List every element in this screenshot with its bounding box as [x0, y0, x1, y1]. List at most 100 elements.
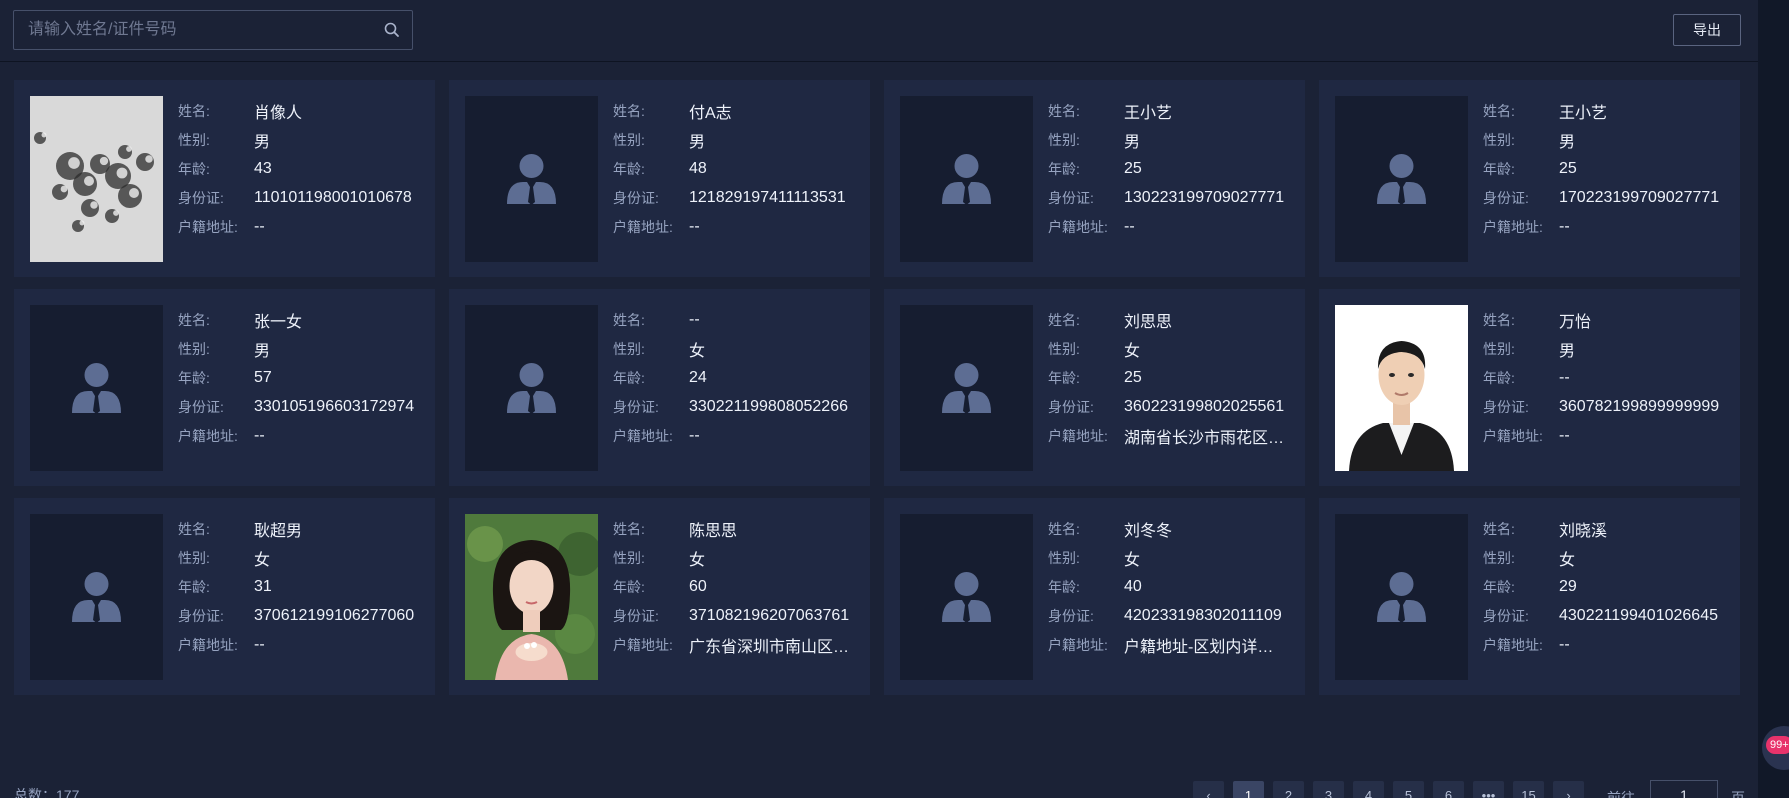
field-row-age: 年龄: 29	[1483, 572, 1732, 601]
field-value-gender: 男	[689, 133, 706, 151]
field-label-address: 户籍地址:	[613, 427, 673, 444]
person-card[interactable]: 姓名: -- 性别: 女年龄: 24 身份证: 330221199808052266 户籍地址…	[449, 289, 870, 486]
field-label-gender: 性别:	[1483, 549, 1515, 566]
person-fields: 姓名: 张一女 性别: 男年龄: 57 身份证: 330105196603172974 户籍地…	[178, 305, 427, 450]
export-button[interactable]: 导出	[1673, 14, 1741, 46]
field-row-age: 年龄: 25	[1048, 363, 1297, 392]
field-row-gender: 性别: 男	[178, 125, 427, 154]
field-label-gender: 性别:	[1483, 131, 1515, 148]
field-row-address: 户籍地址: 户籍地址-区划内详…	[1048, 630, 1297, 659]
field-row-address: 户籍地址: --	[613, 421, 862, 450]
person-fields: 姓名: 万怡 性别: 男年龄: -- 身份证: 360782199899999999 户籍地址…	[1483, 305, 1732, 450]
field-label-address: 户籍地址:	[178, 636, 238, 653]
page-button[interactable]: 5	[1393, 781, 1424, 798]
page-button[interactable]: 1	[1233, 781, 1264, 798]
field-label-address: 户籍地址:	[1048, 218, 1108, 235]
person-placeholder-icon	[465, 305, 598, 471]
next-page-button[interactable]: ›	[1553, 781, 1584, 798]
field-label-id: 身份证:	[1483, 607, 1529, 624]
prev-page-button[interactable]: ‹	[1193, 781, 1224, 798]
person-card[interactable]: 姓名: 刘晓溪 性别: 女年龄: 29 身份证: 430221199401026645 户籍地…	[1319, 498, 1740, 695]
field-value-age: 24	[689, 368, 707, 386]
field-value-address: 湖南省长沙市雨花区…	[1124, 429, 1285, 447]
search-input[interactable]	[14, 11, 374, 49]
page-button[interactable]: 15	[1513, 781, 1544, 798]
field-value-name: 耿超男	[254, 522, 303, 540]
person-card[interactable]: 姓名: 耿超男 性别: 女年龄: 31 身份证: 370612199106277060 户籍地…	[14, 498, 435, 695]
field-value-gender: 女	[1124, 551, 1141, 569]
page-button[interactable]: 4	[1353, 781, 1384, 798]
field-row-gender: 性别: 男	[1048, 125, 1297, 154]
person-card[interactable]: 姓名: 王小艺 性别: 男年龄: 25 身份证: 130223199709027771 户籍地…	[884, 80, 1305, 277]
field-label-address: 户籍地址:	[613, 218, 673, 235]
field-row-name: 姓名: 陈思思	[613, 514, 862, 543]
person-card[interactable]: 姓名: 刘思思 性别: 女年龄: 25 身份证: 360223199802025561 户籍地…	[884, 289, 1305, 486]
person-fields: 姓名: 付A志 性别: 男年龄: 48 身份证: 121829197411113531 户籍地…	[613, 96, 862, 241]
page-button[interactable]: 2	[1273, 781, 1304, 798]
field-value-name: 刘思思	[1124, 313, 1173, 331]
field-row-gender: 性别: 男	[1483, 125, 1732, 154]
field-row-id: 身份证: 110101198001010678	[178, 183, 427, 212]
field-value-id: 360782199899999999	[1559, 397, 1720, 415]
person-photo	[465, 96, 598, 262]
person-card[interactable]: 姓名: 肖像人 性别: 男年龄: 43 身份证: 110101198001010678 户籍地…	[14, 80, 435, 277]
field-label-address: 户籍地址:	[1483, 427, 1543, 444]
person-card[interactable]: 姓名: 万怡 性别: 男年龄: -- 身份证: 360782199899999999 户籍地址…	[1319, 289, 1740, 486]
field-value-gender: 男	[254, 133, 271, 151]
page-button[interactable]: •••	[1473, 781, 1504, 798]
person-photo	[1335, 514, 1468, 680]
field-row-address: 户籍地址: 湖南省长沙市雨花区…	[1048, 421, 1297, 450]
person-card[interactable]: 姓名: 陈思思 性别: 女年龄: 60 身份证: 371082196207063761 户籍地…	[449, 498, 870, 695]
field-value-gender: 女	[1559, 551, 1576, 569]
field-value-name: 王小艺	[1124, 104, 1173, 122]
person-card[interactable]: 姓名: 张一女 性别: 男年龄: 57 身份证: 330105196603172974 户籍地…	[14, 289, 435, 486]
field-row-id: 身份证: 420233198302011109	[1048, 601, 1297, 630]
field-row-name: 姓名: 王小艺	[1048, 96, 1297, 125]
field-row-gender: 性别: 女	[613, 334, 862, 363]
person-photo	[30, 96, 163, 262]
field-row-gender: 性别: 女	[613, 543, 862, 572]
goto-label: 前往	[1607, 790, 1635, 798]
field-value-address: --	[1124, 217, 1135, 235]
field-value-address: --	[254, 426, 265, 444]
person-photo	[900, 514, 1033, 680]
field-row-age: 年龄: 48	[613, 154, 862, 183]
field-value-id: 110101198001010678	[254, 188, 412, 206]
page-button[interactable]: 6	[1433, 781, 1464, 798]
goto-page-input[interactable]	[1650, 780, 1718, 798]
person-card[interactable]: 姓名: 王小艺 性别: 男年龄: 25 身份证: 170223199709027771 户籍地…	[1319, 80, 1740, 277]
field-label-gender: 性别:	[1048, 549, 1080, 566]
field-row-id: 身份证: 121829197411113531	[613, 183, 862, 212]
field-value-age: 31	[254, 577, 272, 595]
field-label-id: 身份证:	[613, 398, 659, 415]
person-photo	[900, 96, 1033, 262]
field-row-age: 年龄: 40	[1048, 572, 1297, 601]
person-placeholder-icon	[900, 305, 1033, 471]
field-row-name: 姓名: 肖像人	[178, 96, 427, 125]
field-label-name: 姓名:	[1483, 311, 1515, 328]
field-label-address: 户籍地址:	[178, 427, 238, 444]
field-value-id: 420233198302011109	[1124, 606, 1282, 624]
field-value-id: 330105196603172974	[254, 397, 415, 415]
pagination: ‹ 1 2 3 4 5 6 ••• 15 ›	[1193, 781, 1584, 798]
field-value-address: --	[689, 217, 700, 235]
page-button[interactable]: 3	[1313, 781, 1344, 798]
field-value-name: 张一女	[254, 313, 303, 331]
field-label-age: 年龄:	[613, 369, 645, 386]
field-value-name: 刘冬冬	[1124, 522, 1173, 540]
field-row-address: 户籍地址: --	[178, 421, 427, 450]
field-label-age: 年龄:	[613, 578, 645, 595]
field-value-age: 57	[254, 368, 272, 386]
field-row-address: 户籍地址: --	[178, 630, 427, 659]
field-value-name: 万怡	[1559, 313, 1592, 331]
field-value-name: 王小艺	[1559, 104, 1608, 122]
search-icon[interactable]	[382, 20, 402, 40]
person-card[interactable]: 姓名: 付A志 性别: 男年龄: 48 身份证: 121829197411113531 户籍地…	[449, 80, 870, 277]
field-value-gender: 男	[1124, 133, 1141, 151]
field-label-id: 身份证:	[1048, 607, 1094, 624]
field-label-id: 身份证:	[178, 398, 224, 415]
person-card[interactable]: 姓名: 刘冬冬 性别: 女年龄: 40 身份证: 420233198302011109 户籍地…	[884, 498, 1305, 695]
field-label-id: 身份证:	[613, 189, 659, 206]
person-placeholder-icon	[900, 514, 1033, 680]
field-row-age: 年龄: 43	[178, 154, 427, 183]
